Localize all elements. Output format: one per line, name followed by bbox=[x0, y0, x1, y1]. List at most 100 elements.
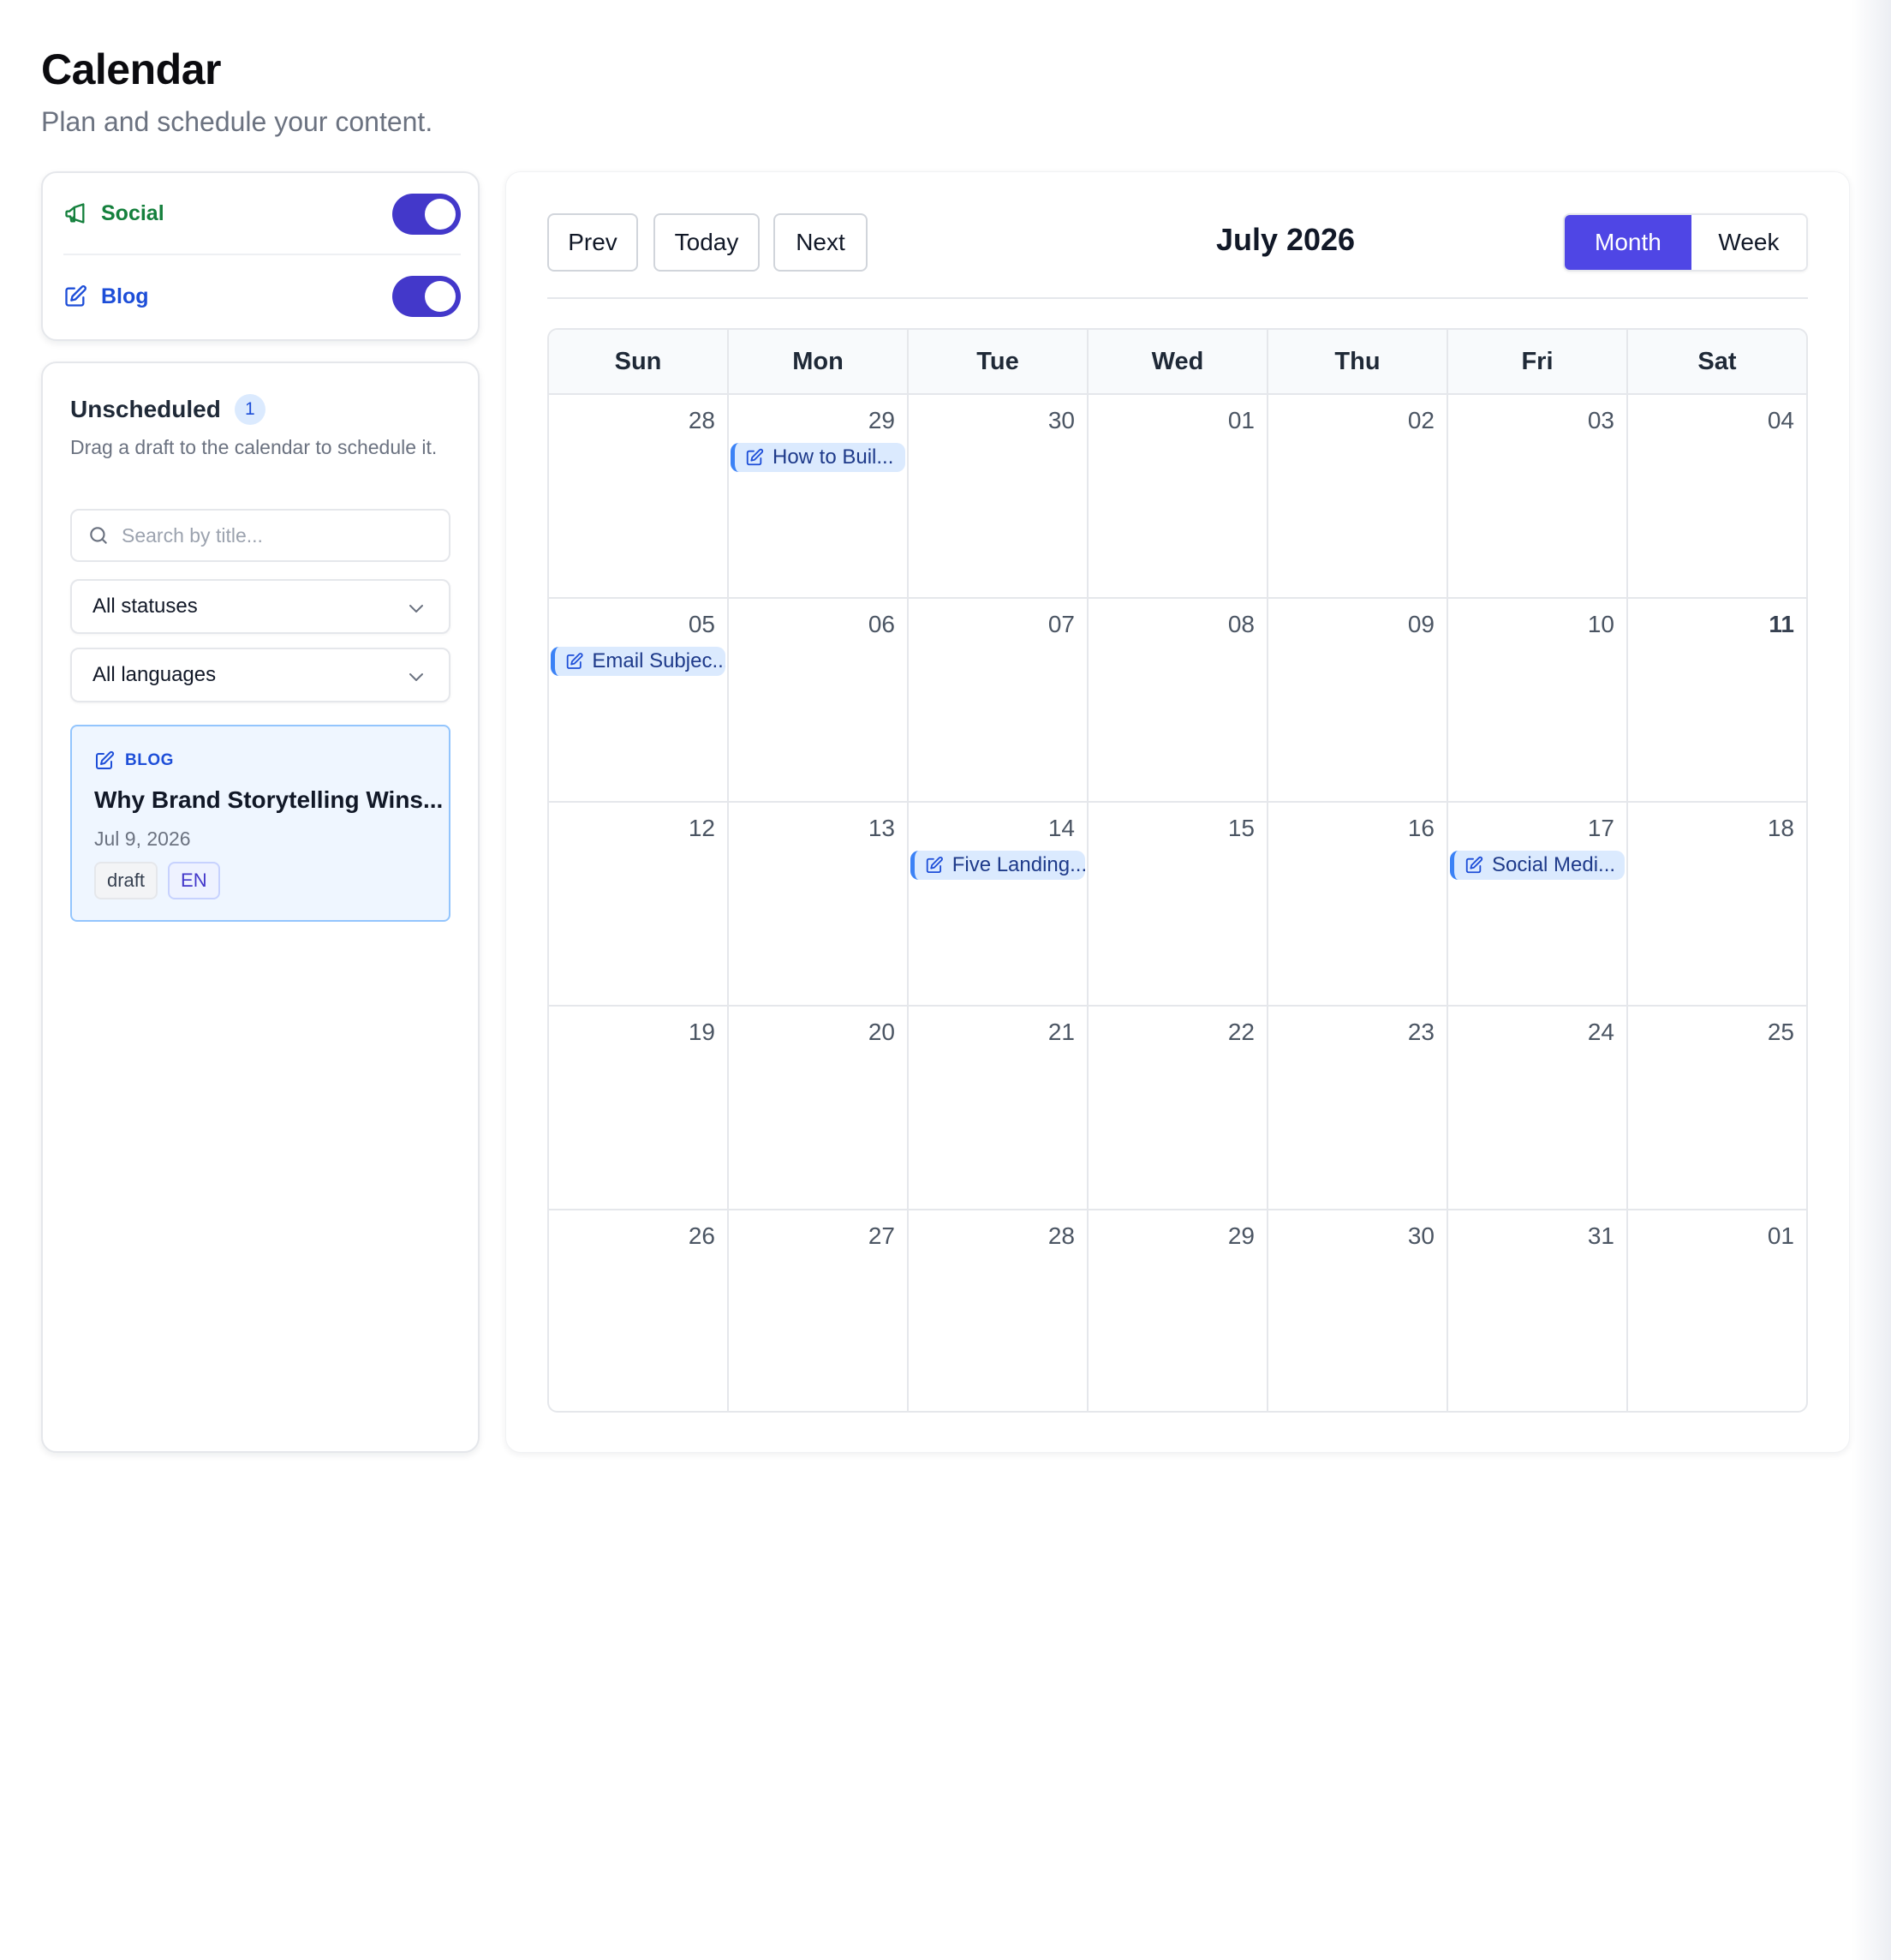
day-cell[interactable]: 17 Social Medi... bbox=[1448, 803, 1628, 1005]
status-badge: draft bbox=[94, 862, 158, 899]
day-number: 29 bbox=[1227, 1222, 1255, 1249]
day-number: 30 bbox=[1047, 407, 1075, 433]
day-cell[interactable]: 03 bbox=[1448, 395, 1628, 597]
day-cell[interactable]: 01 bbox=[1628, 1210, 1806, 1411]
social-toggle[interactable] bbox=[392, 194, 461, 235]
day-cell[interactable]: 08 bbox=[1089, 599, 1268, 801]
day-cell[interactable]: 30 bbox=[909, 395, 1089, 597]
day-cell[interactable]: 06 bbox=[729, 599, 909, 801]
page-subtitle: Plan and schedule your content. bbox=[41, 106, 433, 137]
day-number: 16 bbox=[1407, 815, 1435, 841]
day-number: 21 bbox=[1047, 1019, 1075, 1045]
weekday-label: Tue bbox=[909, 330, 1089, 393]
week-row: 05 Email Subjec... 06 07 08 09 10 11 bbox=[549, 599, 1806, 803]
day-cell[interactable]: 25 bbox=[1628, 1007, 1806, 1209]
day-cell[interactable]: 01 bbox=[1089, 395, 1268, 597]
day-number: 28 bbox=[688, 407, 715, 433]
blog-toggle[interactable] bbox=[392, 276, 461, 317]
day-number: 28 bbox=[1047, 1222, 1075, 1249]
day-number: 15 bbox=[1227, 815, 1255, 841]
day-cell[interactable]: 02 bbox=[1268, 395, 1448, 597]
today-button[interactable]: Today bbox=[653, 213, 760, 272]
status-select[interactable]: All statuses bbox=[70, 579, 450, 634]
day-number: 13 bbox=[868, 815, 895, 841]
weekday-label: Wed bbox=[1089, 330, 1268, 393]
day-number: 01 bbox=[1227, 407, 1255, 433]
draft-type-label: BLOG bbox=[125, 751, 174, 769]
week-row: 26 27 28 29 30 31 01 bbox=[549, 1210, 1806, 1411]
day-number: 25 bbox=[1767, 1019, 1794, 1045]
edit-icon bbox=[926, 857, 943, 874]
day-number: 08 bbox=[1227, 611, 1255, 637]
draft-card[interactable]: BLOG Why Brand Storytelling Wins... Jul … bbox=[70, 725, 450, 922]
day-cell[interactable]: 10 bbox=[1448, 599, 1628, 801]
unscheduled-help-text: Drag a draft to the calendar to schedule… bbox=[70, 436, 438, 458]
prev-button[interactable]: Prev bbox=[547, 213, 638, 272]
day-cell[interactable]: 13 bbox=[729, 803, 909, 1005]
day-cell[interactable]: 16 bbox=[1268, 803, 1448, 1005]
calendar-event[interactable]: How to Buil... bbox=[731, 443, 905, 472]
language-select-value: All languages bbox=[92, 663, 217, 686]
language-select[interactable]: All languages bbox=[70, 648, 450, 702]
month-view-button[interactable]: Month bbox=[1565, 215, 1691, 270]
day-number: 12 bbox=[688, 815, 715, 841]
day-cell[interactable]: 28 bbox=[909, 1210, 1089, 1411]
day-cell[interactable]: 21 bbox=[909, 1007, 1089, 1209]
day-cell[interactable]: 07 bbox=[909, 599, 1089, 801]
day-cell[interactable]: 30 bbox=[1268, 1210, 1448, 1411]
search-box bbox=[70, 509, 450, 562]
weekday-label: Sat bbox=[1697, 347, 1737, 375]
calendar-event[interactable]: Email Subjec... bbox=[551, 647, 725, 676]
day-cell[interactable]: 14 Five Landing... bbox=[909, 803, 1089, 1005]
day-cell[interactable]: 22 bbox=[1089, 1007, 1268, 1209]
day-number: 06 bbox=[868, 611, 895, 637]
unscheduled-title: Unscheduled bbox=[70, 396, 221, 422]
day-cell[interactable]: 28 bbox=[549, 395, 729, 597]
day-cell[interactable]: 18 bbox=[1628, 803, 1806, 1005]
day-cell[interactable]: 27 bbox=[729, 1210, 909, 1411]
day-number: 23 bbox=[1407, 1019, 1435, 1045]
day-cell[interactable]: 15 bbox=[1089, 803, 1268, 1005]
unscheduled-header: Unscheduled 1 bbox=[70, 394, 265, 425]
weekday-label: Thu bbox=[1268, 330, 1448, 393]
edit-icon bbox=[746, 448, 764, 466]
day-number: 05 bbox=[688, 611, 715, 637]
day-cell[interactable]: 31 bbox=[1448, 1210, 1628, 1411]
day-cell[interactable]: 19 bbox=[549, 1007, 729, 1209]
day-number: 24 bbox=[1587, 1019, 1614, 1045]
filter-blog-label: Blog bbox=[101, 284, 149, 308]
day-cell[interactable]: 09 bbox=[1268, 599, 1448, 801]
day-number: 20 bbox=[868, 1019, 895, 1045]
filter-social: Social bbox=[63, 173, 461, 255]
calendar-event[interactable]: Five Landing... bbox=[910, 851, 1085, 880]
day-number: 31 bbox=[1587, 1222, 1614, 1249]
day-number: 19 bbox=[688, 1019, 715, 1045]
language-badge: EN bbox=[168, 862, 220, 899]
draft-title: Why Brand Storytelling Wins... bbox=[94, 786, 444, 813]
day-cell[interactable]: 29 bbox=[1089, 1210, 1268, 1411]
edit-icon bbox=[63, 284, 89, 309]
day-cell[interactable]: 11 bbox=[1628, 599, 1806, 801]
day-cell[interactable]: 04 bbox=[1628, 395, 1806, 597]
search-icon bbox=[90, 527, 107, 544]
weekday-header: Sun Mon Tue Wed Thu Fri Sat bbox=[549, 330, 1806, 395]
next-button[interactable]: Next bbox=[773, 213, 868, 272]
day-cell[interactable]: 29 How to Buil... bbox=[729, 395, 909, 597]
divider bbox=[547, 297, 1808, 299]
toggle-knob bbox=[425, 281, 456, 312]
search-input[interactable] bbox=[122, 523, 430, 547]
day-cell[interactable]: 23 bbox=[1268, 1007, 1448, 1209]
day-cell[interactable]: 05 Email Subjec... bbox=[549, 599, 729, 801]
day-cell[interactable]: 24 bbox=[1448, 1007, 1628, 1209]
day-number: 17 bbox=[1587, 815, 1614, 841]
day-cell[interactable]: 12 bbox=[549, 803, 729, 1005]
day-number: 02 bbox=[1407, 407, 1435, 433]
event-title: Email Subjec... bbox=[592, 649, 725, 672]
day-cell[interactable]: 20 bbox=[729, 1007, 909, 1209]
calendar-event[interactable]: Social Medi... bbox=[1450, 851, 1625, 880]
week-view-button[interactable]: Week bbox=[1691, 215, 1806, 270]
day-cell[interactable]: 26 bbox=[549, 1210, 729, 1411]
day-number: 29 bbox=[868, 407, 895, 433]
edit-icon bbox=[566, 653, 583, 669]
event-title: Five Landing... bbox=[951, 853, 1085, 876]
